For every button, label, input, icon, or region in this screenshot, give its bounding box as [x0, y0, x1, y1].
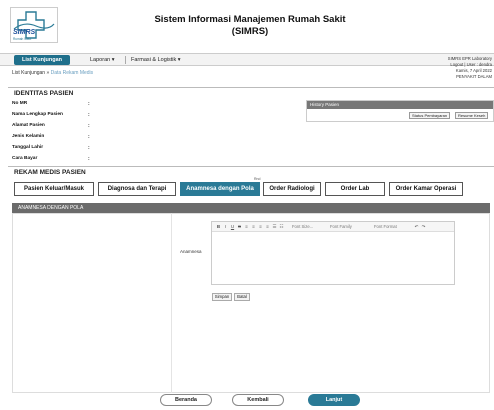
anamnesa-left-pane	[12, 213, 172, 393]
history-title: History Pasien	[307, 101, 493, 109]
tab-anamnesa-pola[interactable]: Anamnesa dengan Pola	[180, 182, 260, 196]
beranda-button[interactable]: Beranda	[160, 394, 212, 406]
field-colon: :	[88, 145, 90, 151]
tab-order-kamar-operasi[interactable]: Order Kamar Operasi	[389, 182, 463, 196]
tab-order-radiologi[interactable]: Order Radiologi	[263, 182, 321, 196]
field-colon: :	[88, 134, 90, 140]
title-line-2: (SIMRS)	[231, 26, 269, 37]
bullet-list-icon[interactable]: ☰	[272, 224, 277, 229]
simpan-button[interactable]: Simpan	[212, 293, 232, 301]
nav-laporan[interactable]: Laporan ▾	[90, 55, 114, 65]
field-colon: :	[88, 112, 90, 118]
nav-separator	[125, 56, 126, 64]
app-header: SIMRS Rumah Sakit Sistem Informasi Manaj…	[0, 0, 494, 50]
field-colon: :	[88, 156, 90, 162]
user-info: SIMRS EPR Laboratory Logout | User : den…	[422, 56, 492, 80]
anamnesa-label: Anamnesa	[180, 249, 202, 254]
anamnesa-header: ANAMNESA DENGAN POLA	[12, 203, 490, 213]
nav-farmasi-logistik[interactable]: Farmasi & Logistik ▾	[131, 55, 181, 65]
align-right-icon[interactable]: ≡	[258, 224, 263, 229]
align-left-icon[interactable]: ≡	[244, 224, 249, 229]
underline-icon[interactable]: U	[230, 224, 235, 229]
tab-small-label: Rnd	[254, 177, 261, 181]
status-pembayaran-button[interactable]: Status Pembayaran	[409, 112, 451, 119]
history-panel: History Pasien Status Pembayaran Resume …	[306, 100, 494, 122]
breadcrumb-home[interactable]: List Kunjungan	[12, 70, 45, 76]
nav-list-kunjungan[interactable]: List Kunjungan	[14, 55, 70, 65]
breadcrumb: List Kunjungan » Data Rekam Medis	[12, 70, 93, 76]
align-center-icon[interactable]: ≡	[251, 224, 256, 229]
field-tanggal-lahir: Tanggal Lahir	[12, 145, 44, 150]
anamnesa-editor[interactable]: B I U S ≡ ≡ ≡ ≡ ☰ ☷ Font Size... Font Fa…	[211, 221, 455, 285]
bold-icon[interactable]: B	[216, 224, 221, 229]
field-jenis-kelamin: Jenis Kelamin	[12, 134, 45, 139]
field-no-mr: No MR	[12, 101, 28, 106]
userinfo-line-4: PENYAKIT DALAM	[456, 74, 492, 79]
field-colon: :	[88, 123, 90, 129]
font-format-select[interactable]: Font Format	[374, 224, 397, 230]
undo-icon[interactable]: ↶	[414, 224, 419, 229]
tab-pasien-keluar-masuk[interactable]: Pasien Keluar/Masuk	[14, 182, 94, 196]
strikethrough-icon[interactable]: S	[237, 224, 242, 229]
field-nama-lengkap: Nama Lengkap Pasien	[12, 112, 63, 117]
field-colon: :	[88, 101, 90, 107]
align-justify-icon[interactable]: ≡	[265, 224, 270, 229]
logo-subtext: Rumah Sakit	[13, 37, 31, 41]
kembali-button[interactable]: Kembali	[232, 394, 284, 406]
numbered-list-icon[interactable]: ☷	[279, 224, 284, 229]
field-cara-bayar: Cara Bayar	[12, 156, 38, 161]
patient-section-title: IDENTITAS PASIEN	[14, 90, 74, 97]
batal-button[interactable]: Batal	[234, 293, 250, 301]
editor-toolbar: B I U S ≡ ≡ ≡ ≡ ☰ ☷ Font Size... Font Fa…	[212, 222, 454, 232]
lanjut-button[interactable]: Lanjut	[308, 394, 360, 406]
italic-icon[interactable]: I	[223, 224, 228, 229]
logo-text: SIMRS	[13, 29, 36, 36]
patient-identity-section: IDENTITAS PASIEN No MR : Nama Lengkap Pa…	[8, 87, 494, 162]
title-line-1: Sistem Informasi Manajemen Rumah Sakit	[154, 14, 346, 25]
redo-icon[interactable]: ↷	[421, 224, 426, 229]
field-alamat: Alamat Pasien	[12, 123, 45, 128]
font-size-select[interactable]: Font Size...	[292, 224, 313, 230]
tab-order-lab[interactable]: Order Lab	[325, 182, 385, 196]
simrs-logo: SIMRS Rumah Sakit	[10, 7, 58, 43]
breadcrumb-current[interactable]: Data Rekam Medis	[51, 70, 94, 76]
main-nav: List Kunjungan Laporan ▾ Farmasi & Logis…	[0, 53, 494, 66]
resume-kesehatan-button[interactable]: Resume Keseh	[455, 112, 489, 119]
page-title: Sistem Informasi Manajemen Rumah Sakit (…	[120, 14, 380, 38]
font-family-select[interactable]: Font Family	[330, 224, 352, 230]
tab-diagnosa-terapi[interactable]: Diagnosa dan Terapi	[98, 182, 176, 196]
rekam-section-title: REKAM MEDIS PASIEN	[14, 169, 86, 176]
